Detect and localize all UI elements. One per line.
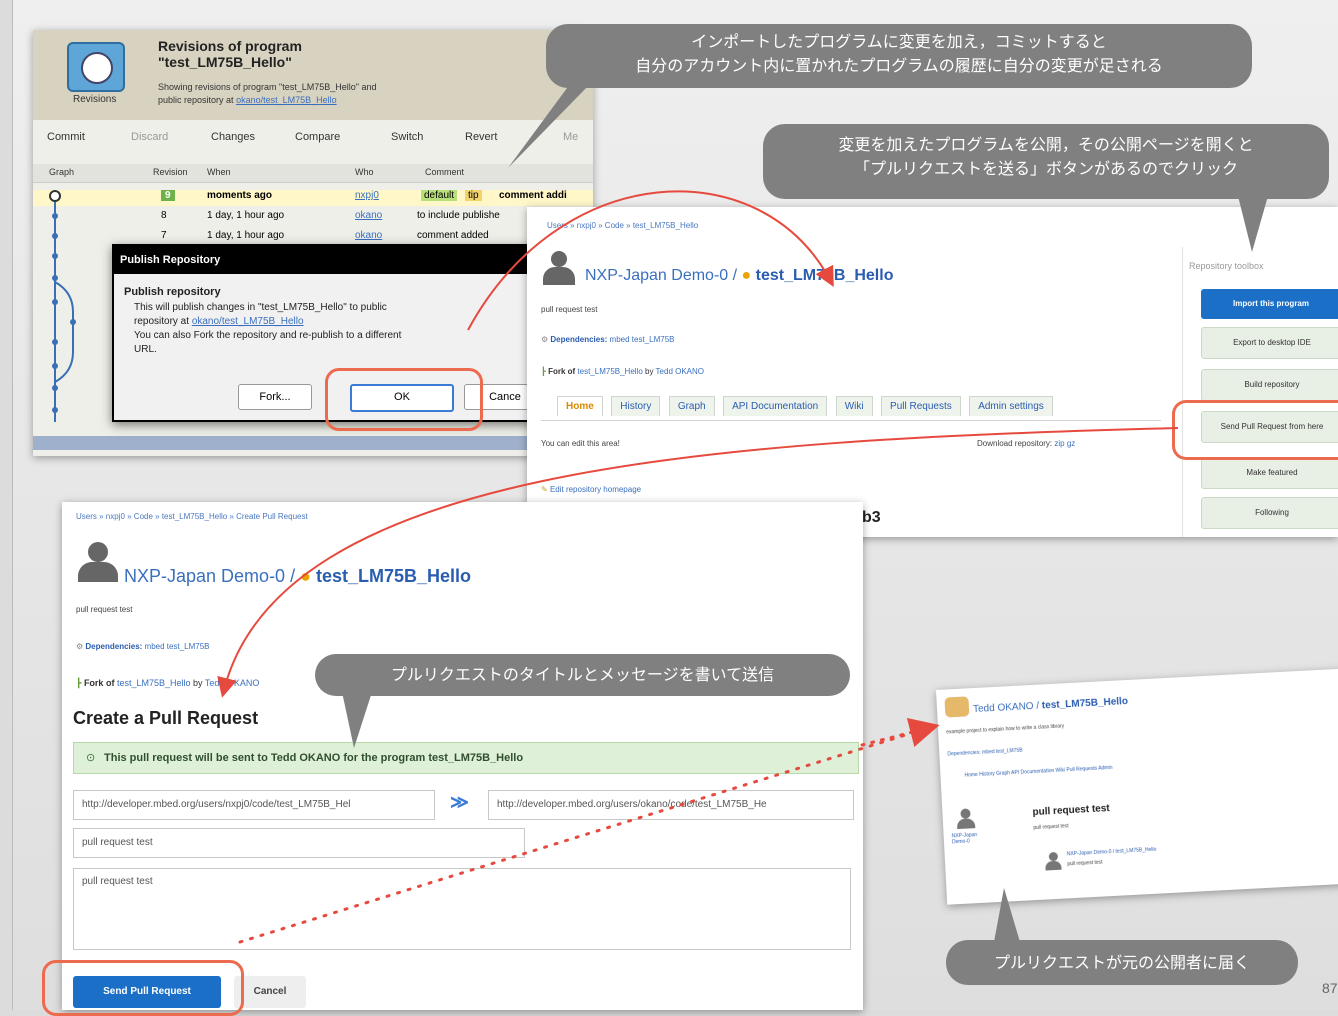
callout-commit-tail [508,84,590,168]
callout-publish-tail [1238,196,1268,252]
arrow-dotted-notice [860,717,940,748]
callout-send: プルリクエストのタイトルとメッセージを書いて送信 [315,654,850,696]
arrow-ok-to-repo [467,190,834,331]
page-number: 87 [1322,980,1338,996]
callout-send-tail [342,692,372,748]
callout-received: プルリクエストが元の公開者に届く [946,940,1298,985]
arrow-dotted-send [238,726,930,944]
arrow-send-pr-to-form [217,427,1179,698]
callout-received-tail [994,888,1020,942]
callout-commit: インポートしたプログラムに変更を加え，コミットすると 自分のアカウント内に置かれ… [546,24,1252,88]
callout-publish: 変更を加えたプログラムを公開，その公開ページを開くと 「プルリクエストを送る」ボ… [763,124,1329,199]
